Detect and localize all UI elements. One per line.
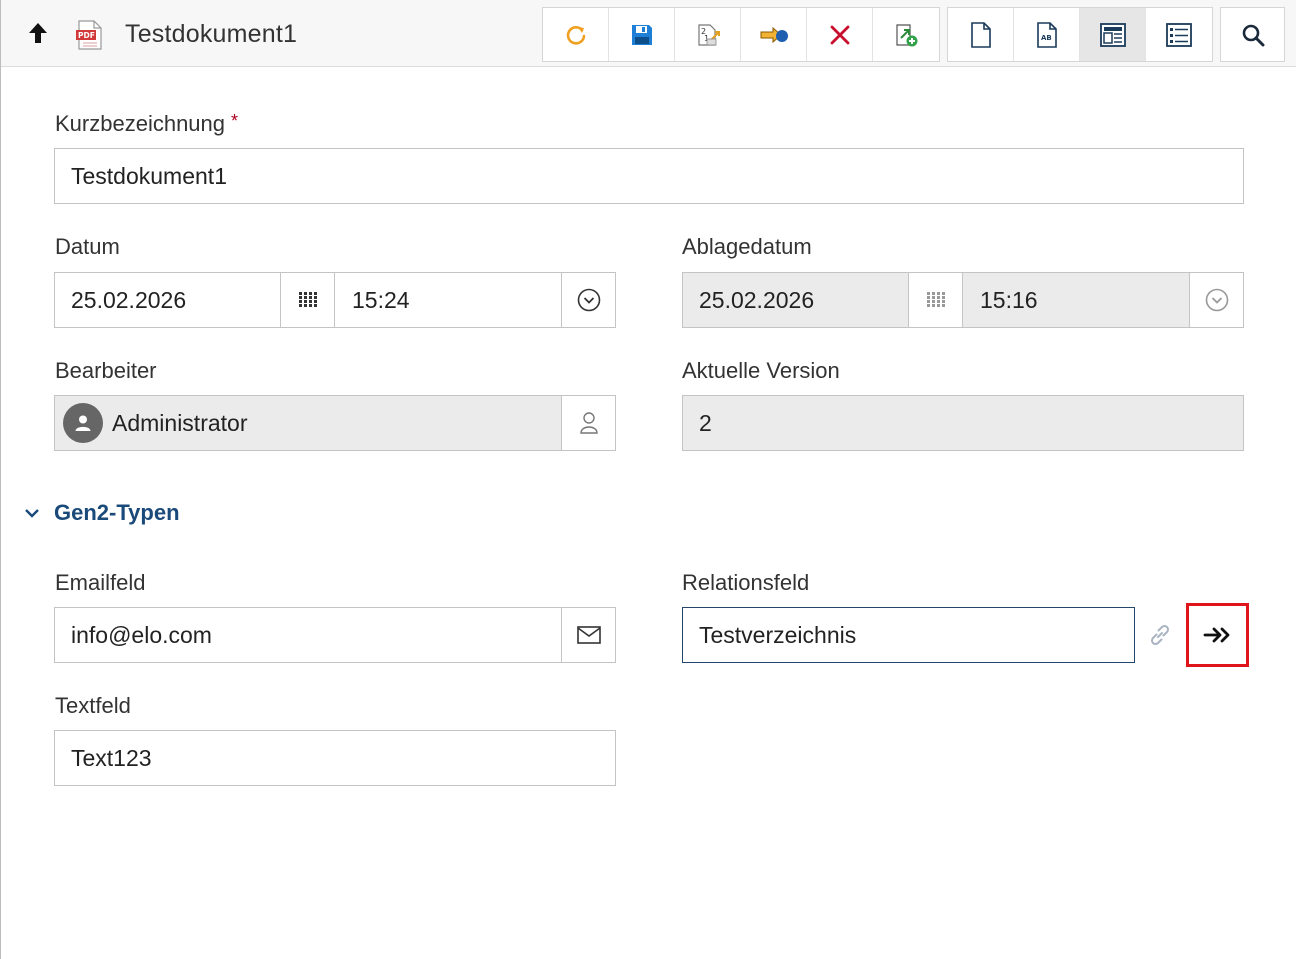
bearbeiter-field: Administrator	[54, 395, 616, 451]
user-silhouette-icon	[75, 415, 91, 431]
text-view-icon: AB	[1036, 21, 1057, 48]
save-button[interactable]	[609, 8, 675, 61]
document-title: Testdokument1	[125, 20, 298, 48]
search-icon	[1242, 24, 1264, 46]
calendar-grid-icon	[926, 292, 945, 307]
pdf-label: PDF	[78, 31, 95, 40]
clock-chevron-icon	[577, 288, 600, 312]
ablagedatum-field: 25.02.2026 15:16	[682, 272, 1244, 328]
required-marker: *	[231, 111, 239, 131]
clock-chevron-icon	[1205, 288, 1228, 312]
section-toggle-gen2-typen[interactable]: Gen2-Typen	[24, 500, 180, 526]
section-title: Gen2-Typen	[54, 500, 180, 525]
header-bar: PDF Testdokument1 2 1 AB	[1, 0, 1296, 67]
kurzbezeichnung-label-text: Kurzbezeichnung	[55, 111, 226, 136]
list-view-button[interactable]	[1146, 8, 1212, 61]
emailfeld-input[interactable]: info@elo.com	[54, 607, 616, 663]
delete-button[interactable]	[807, 8, 873, 61]
document-view-icon	[970, 21, 991, 48]
form-view-icon	[1099, 22, 1126, 47]
goto-arrow-icon	[1203, 627, 1229, 643]
renumber-icon: 2 1	[697, 23, 720, 46]
relation-link-button[interactable]	[1136, 607, 1184, 663]
datum-date-value: 25.02.2026	[71, 286, 187, 313]
search-button[interactable]	[1221, 8, 1284, 61]
document-view-button[interactable]	[948, 8, 1014, 61]
datum-calendar-button[interactable]	[280, 273, 335, 327]
ablagedatum-label: Ablagedatum	[682, 234, 812, 259]
view-toolbar: AB	[947, 7, 1213, 62]
avatar	[63, 403, 103, 443]
textfeld-value: Text123	[71, 744, 152, 771]
email-send-button[interactable]	[561, 608, 615, 662]
kurzbezeichnung-label: Kurzbezeichnung *	[55, 111, 238, 137]
search-toolbar	[1220, 7, 1285, 62]
svg-text:AB: AB	[1041, 34, 1052, 42]
pdf-file-icon: PDF	[75, 20, 103, 50]
ablagedatum-time-input: 15:16	[964, 273, 1189, 327]
delete-icon	[830, 25, 849, 44]
calendar-grid-icon	[298, 292, 317, 307]
forward-icon	[760, 26, 788, 43]
goto-relation-button[interactable]	[1186, 603, 1249, 667]
aktuelle-version-value: 2	[699, 409, 712, 436]
aktuelle-version-label: Aktuelle Version	[682, 358, 840, 383]
refresh-icon	[566, 25, 585, 45]
emailfeld-value: info@elo.com	[71, 621, 212, 648]
bearbeiter-label: Bearbeiter	[55, 358, 157, 383]
emailfeld-label: Emailfeld	[55, 570, 146, 595]
relationsfeld-input[interactable]: Testverzeichnis	[682, 607, 1135, 663]
action-toolbar: 2 1	[542, 7, 940, 62]
forward-button[interactable]	[741, 8, 807, 61]
envelope-icon	[576, 626, 601, 644]
ablagedatum-date-value: 25.02.2026	[699, 286, 815, 313]
datum-field: 25.02.2026 15:24	[54, 272, 616, 328]
refresh-button[interactable]	[543, 8, 609, 61]
bearbeiter-value: Administrator	[112, 409, 248, 436]
relationsfeld-value: Testverzeichnis	[699, 621, 857, 648]
textfeld-input[interactable]: Text123	[54, 730, 616, 786]
ablagedatum-time-button	[1189, 273, 1243, 327]
relationsfeld-label: Relationsfeld	[682, 570, 810, 595]
ablagedatum-date-input: 25.02.2026	[683, 273, 909, 327]
aktuelle-version-field: 2	[682, 395, 1244, 451]
datum-label: Datum	[55, 234, 120, 259]
datum-time-button[interactable]	[561, 273, 615, 327]
ablagedatum-time-value: 15:16	[980, 286, 1038, 313]
bearbeiter-select-button[interactable]	[561, 396, 615, 450]
text-view-button[interactable]: AB	[1014, 8, 1080, 61]
textfeld-label: Textfeld	[55, 693, 131, 718]
navigate-up-button[interactable]	[23, 18, 53, 48]
chevron-down-icon	[25, 509, 39, 518]
kurzbezeichnung-input[interactable]: Testdokument1	[54, 148, 1244, 204]
renumber-button[interactable]: 2 1	[675, 8, 741, 61]
datum-time-value: 15:24	[352, 286, 410, 313]
window-frame	[0, 0, 1296, 959]
datum-time-input[interactable]: 15:24	[336, 273, 561, 327]
kurzbezeichnung-value: Testdokument1	[71, 162, 227, 189]
ablagedatum-calendar-button	[908, 273, 963, 327]
link-icon	[1150, 624, 1170, 646]
form-view-button[interactable]	[1080, 8, 1146, 61]
user-icon	[579, 412, 598, 434]
save-icon	[631, 24, 652, 45]
list-view-icon	[1166, 22, 1192, 47]
arrow-up-icon	[29, 23, 47, 43]
new-version-button[interactable]	[873, 8, 939, 61]
datum-date-input[interactable]: 25.02.2026	[55, 273, 281, 327]
new-version-icon	[896, 23, 918, 46]
